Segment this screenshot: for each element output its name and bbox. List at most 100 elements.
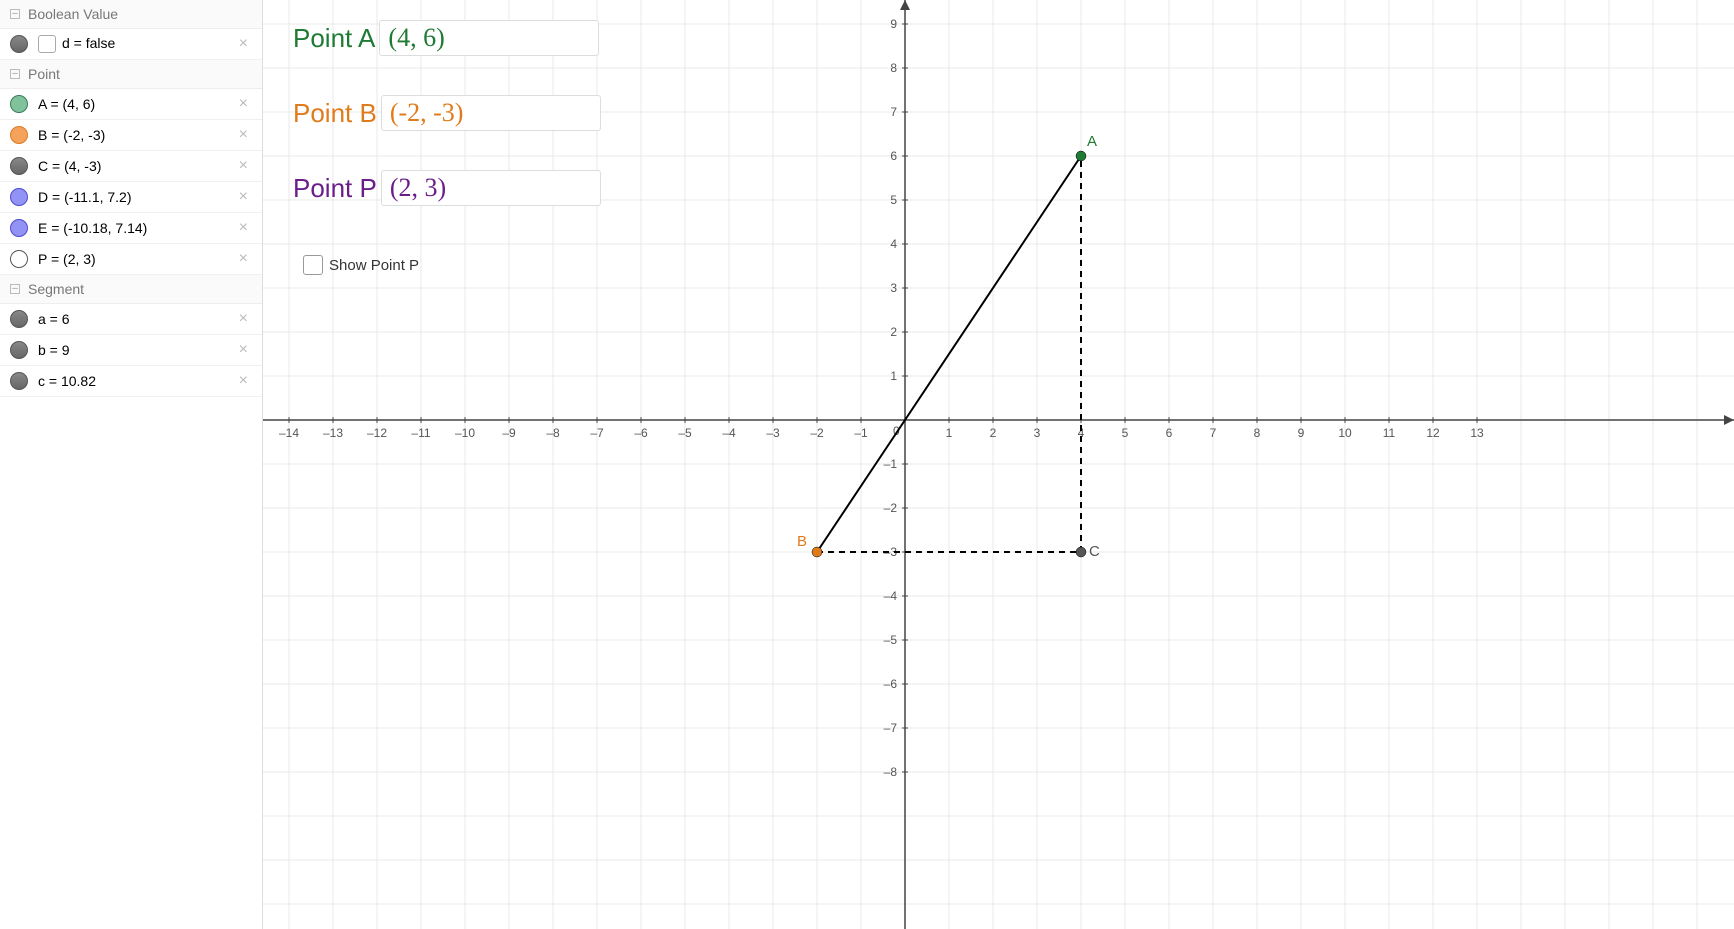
visibility-toggle-icon[interactable] — [10, 310, 28, 328]
visibility-toggle-icon[interactable] — [10, 250, 28, 268]
item-D[interactable]: D = (-11.1, 7.2) × — [0, 182, 262, 213]
close-icon[interactable]: × — [235, 35, 252, 53]
collapse-icon[interactable]: – — [10, 9, 20, 19]
section-title: Segment — [28, 281, 84, 297]
svg-text:8: 8 — [1254, 426, 1261, 440]
close-icon[interactable]: × — [235, 126, 252, 144]
svg-text:12: 12 — [1426, 426, 1440, 440]
close-icon[interactable]: × — [235, 188, 252, 206]
svg-text:8: 8 — [890, 61, 897, 75]
item-P[interactable]: P = (2, 3) × — [0, 244, 262, 275]
svg-text:–6: –6 — [634, 426, 648, 440]
algebra-sidebar: – Boolean Value d = false × – Point A = … — [0, 0, 263, 929]
close-icon[interactable]: × — [235, 95, 252, 113]
svg-text:3: 3 — [1034, 426, 1041, 440]
app-root: – Boolean Value d = false × – Point A = … — [0, 0, 1734, 929]
close-icon[interactable]: × — [235, 341, 252, 359]
visibility-toggle-icon[interactable] — [10, 188, 28, 206]
checkbox-icon[interactable] — [303, 255, 323, 275]
svg-text:–6: –6 — [884, 677, 898, 691]
svg-text:9: 9 — [890, 17, 897, 31]
item-B[interactable]: B = (-2, -3) × — [0, 120, 262, 151]
svg-text:–7: –7 — [884, 721, 898, 735]
svg-text:7: 7 — [890, 105, 897, 119]
item-d[interactable]: d = false × — [0, 29, 262, 60]
item-label: C = (4, -3) — [38, 158, 235, 174]
svg-text:C: C — [1089, 543, 1100, 560]
svg-text:–13: –13 — [323, 426, 343, 440]
item-label: P = (2, 3) — [38, 251, 235, 267]
item-label: b = 9 — [38, 342, 235, 358]
svg-text:–4: –4 — [884, 589, 898, 603]
svg-text:–2: –2 — [810, 426, 824, 440]
svg-text:5: 5 — [890, 193, 897, 207]
svg-text:6: 6 — [890, 149, 897, 163]
visibility-toggle-icon[interactable] — [10, 95, 28, 113]
svg-text:B: B — [797, 533, 807, 550]
svg-text:–10: –10 — [455, 426, 475, 440]
svg-text:13: 13 — [1470, 426, 1484, 440]
point-P-display: Point P (2, 3) — [293, 170, 601, 206]
visibility-toggle-icon[interactable] — [10, 157, 28, 175]
item-a[interactable]: a = 6 × — [0, 304, 262, 335]
close-icon[interactable]: × — [235, 310, 252, 328]
point-A-input[interactable]: (4, 6) — [379, 20, 599, 56]
item-label: D = (-11.1, 7.2) — [38, 189, 235, 205]
svg-text:–14: –14 — [279, 426, 299, 440]
show-point-p-control[interactable]: Show Point P — [303, 255, 419, 275]
svg-text:–9: –9 — [502, 426, 516, 440]
close-icon[interactable]: × — [235, 157, 252, 175]
svg-text:1: 1 — [946, 426, 953, 440]
svg-text:11: 11 — [1383, 426, 1396, 440]
close-icon[interactable]: × — [235, 372, 252, 390]
graph-view[interactable]: –14–13–12–11–10–9–8–7–6–5–4–3–2–10123456… — [263, 0, 1734, 929]
item-label: B = (-2, -3) — [38, 127, 235, 143]
visibility-toggle-icon[interactable] — [10, 341, 28, 359]
item-label: E = (-10.18, 7.14) — [38, 220, 235, 236]
item-label: A = (4, 6) — [38, 96, 235, 112]
section-boolean[interactable]: – Boolean Value — [0, 0, 262, 29]
item-b[interactable]: b = 9 × — [0, 335, 262, 366]
svg-text:5: 5 — [1122, 426, 1129, 440]
svg-text:6: 6 — [1166, 426, 1173, 440]
section-segment[interactable]: – Segment — [0, 275, 262, 304]
checkbox-label: Show Point P — [329, 257, 419, 274]
svg-text:–2: –2 — [884, 501, 898, 515]
item-label: c = 10.82 — [38, 373, 235, 389]
svg-text:–7: –7 — [590, 426, 604, 440]
section-title: Point — [28, 66, 60, 82]
point-B-input[interactable]: (-2, -3) — [381, 95, 601, 131]
point-label: Point B — [293, 98, 377, 129]
svg-text:–1: –1 — [884, 457, 898, 471]
visibility-toggle-icon[interactable] — [10, 219, 28, 237]
close-icon[interactable]: × — [235, 219, 252, 237]
collapse-icon[interactable]: – — [10, 69, 20, 79]
coordinate-plane[interactable]: –14–13–12–11–10–9–8–7–6–5–4–3–2–10123456… — [263, 0, 1734, 929]
svg-text:–5: –5 — [678, 426, 692, 440]
point-P-input[interactable]: (2, 3) — [381, 170, 601, 206]
checkbox-icon[interactable] — [38, 35, 56, 53]
item-A[interactable]: A = (4, 6) × — [0, 89, 262, 120]
section-point[interactable]: – Point — [0, 60, 262, 89]
point-A-display: Point A (4, 6) — [293, 20, 599, 56]
svg-text:1: 1 — [890, 369, 897, 383]
collapse-icon[interactable]: – — [10, 284, 20, 294]
point-B-display: Point B (-2, -3) — [293, 95, 601, 131]
svg-text:2: 2 — [890, 325, 897, 339]
item-C[interactable]: C = (4, -3) × — [0, 151, 262, 182]
visibility-toggle-icon[interactable] — [10, 372, 28, 390]
svg-text:–1: –1 — [854, 426, 868, 440]
visibility-toggle-icon[interactable] — [10, 126, 28, 144]
point-label: Point P — [293, 173, 377, 204]
point-label: Point A — [293, 23, 375, 54]
svg-text:10: 10 — [1338, 426, 1352, 440]
svg-text:–8: –8 — [546, 426, 560, 440]
close-icon[interactable]: × — [235, 250, 252, 268]
svg-text:–3: –3 — [766, 426, 780, 440]
item-E[interactable]: E = (-10.18, 7.14) × — [0, 213, 262, 244]
item-c[interactable]: c = 10.82 × — [0, 366, 262, 397]
svg-text:A: A — [1087, 133, 1097, 150]
visibility-toggle-icon[interactable] — [10, 35, 28, 53]
svg-text:2: 2 — [990, 426, 997, 440]
section-title: Boolean Value — [28, 6, 118, 22]
